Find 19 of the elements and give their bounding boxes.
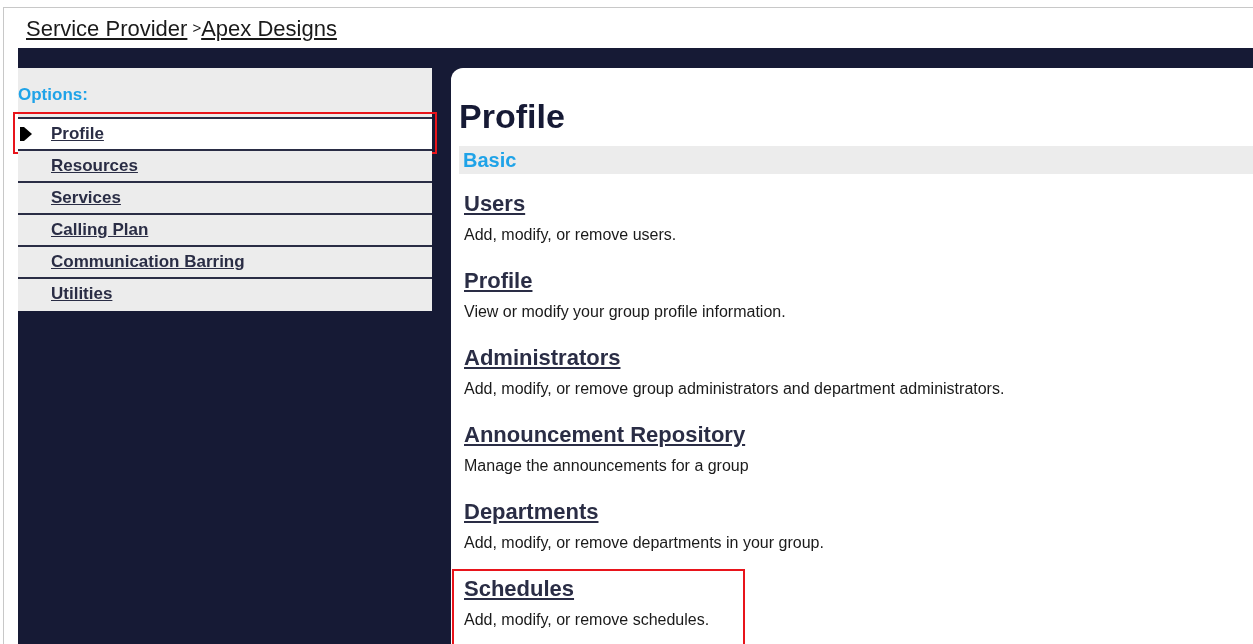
- breadcrumb-link[interactable]: Service Provider: [26, 11, 188, 45]
- option-link[interactable]: Announcement Repository: [464, 421, 749, 449]
- option-link[interactable]: Administrators: [464, 344, 1005, 372]
- option-link[interactable]: Schedules: [464, 575, 710, 603]
- option-link[interactable]: Departments: [464, 498, 824, 526]
- option-description: Add, modify, or remove schedules.: [464, 610, 710, 630]
- option-description: Manage the announcements for a group: [464, 456, 749, 476]
- breadcrumb-link[interactable]: Apex Designs: [201, 11, 337, 45]
- option-description: Add, modify, or remove group administrators and department administrators.: [464, 379, 1005, 399]
- option-description: View or modify your group profile information.: [464, 302, 786, 322]
- options-heading: Options:: [18, 84, 89, 106]
- arrow-icon: [20, 126, 32, 141]
- section-header: Basic: [459, 146, 1253, 174]
- page-title: Profile: [459, 96, 566, 136]
- option-link[interactable]: Profile: [464, 267, 786, 295]
- option-link[interactable]: Users: [464, 190, 677, 218]
- option-description: Add, modify, or remove users.: [464, 225, 677, 245]
- breadcrumb-separator: >: [192, 17, 202, 36]
- option-description: Add, modify, or remove departments in your group.: [464, 533, 824, 553]
